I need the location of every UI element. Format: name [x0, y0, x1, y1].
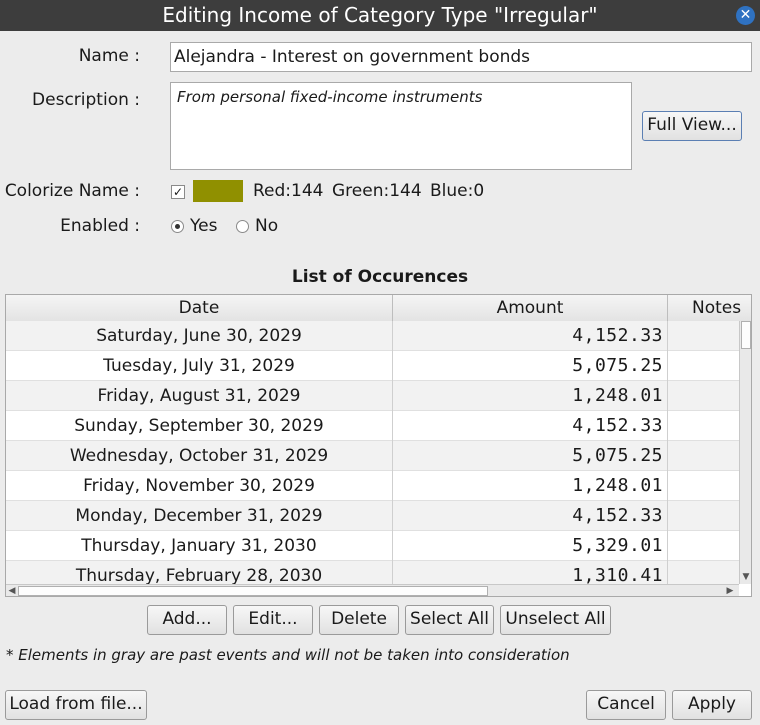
title-bar: Editing Income of Category Type "Irregul… — [0, 0, 760, 31]
color-blue: Blue:0 — [430, 181, 485, 201]
name-field[interactable]: Alejandra - Interest on government bonds — [170, 42, 752, 72]
enabled-label: Enabled : — [60, 216, 140, 236]
table-row[interactable]: Tuesday, July 31, 2029 5,075.25 — [6, 351, 739, 381]
description-value: From personal fixed-income instruments — [177, 88, 483, 106]
cell-date: Friday, August 31, 2029 — [6, 381, 393, 411]
enabled-no-label[interactable]: No — [255, 216, 278, 236]
cell-notes — [668, 411, 739, 441]
occurrences-title: List of Occurences — [291, 267, 469, 287]
vertical-scroll-thumb[interactable] — [741, 321, 751, 349]
cell-notes — [668, 471, 739, 501]
color-swatch[interactable] — [193, 180, 243, 202]
cell-notes — [668, 501, 739, 531]
horizontal-scrollbar[interactable]: ◀ ▶ — [6, 584, 739, 596]
delete-button[interactable]: Delete — [319, 605, 399, 635]
cell-date: Thursday, January 31, 2030 — [6, 531, 393, 561]
column-amount[interactable]: Amount — [393, 295, 668, 321]
scroll-right-icon[interactable]: ▶ — [724, 585, 736, 596]
edit-button[interactable]: Edit... — [233, 605, 313, 635]
close-icon[interactable]: ✕ — [736, 6, 755, 25]
enabled-yes-radio[interactable] — [171, 220, 184, 233]
scroll-down-icon[interactable]: ▼ — [740, 571, 751, 583]
window-title: Editing Income of Category Type "Irregul… — [162, 3, 598, 27]
table-row[interactable]: Friday, November 30, 2029 1,248.01 — [6, 471, 739, 501]
name-value: Alejandra - Interest on government bonds — [174, 47, 531, 67]
column-date[interactable]: Date — [6, 295, 393, 321]
cell-date: Saturday, June 30, 2029 — [6, 321, 393, 351]
apply-button[interactable]: Apply — [672, 690, 752, 720]
table-header: Date Amount Notes — [6, 295, 751, 322]
cell-date: Tuesday, July 31, 2029 — [6, 351, 393, 381]
occurrences-table[interactable]: Date Amount Notes Saturday, June 30, 202… — [5, 294, 752, 597]
cell-amount: 4,152.33 — [393, 501, 668, 531]
cell-notes — [668, 441, 739, 471]
colorize-checkbox[interactable]: ✓ — [171, 185, 185, 199]
select-all-button[interactable]: Select All — [405, 605, 494, 635]
table-row[interactable]: Saturday, June 30, 2029 4,152.33 — [6, 321, 739, 351]
full-view-button[interactable]: Full View... — [642, 111, 742, 141]
enabled-yes-label[interactable]: Yes — [190, 216, 217, 236]
table-row[interactable]: Monday, December 31, 2029 4,152.33 — [6, 501, 739, 531]
footnote: * Elements in gray are past events and w… — [6, 646, 570, 664]
color-green: Green:144 — [332, 181, 422, 201]
horizontal-scroll-thumb[interactable] — [18, 586, 488, 596]
cell-amount: 4,152.33 — [393, 321, 668, 351]
cell-notes — [668, 351, 739, 381]
description-field[interactable]: From personal fixed-income instruments — [170, 82, 632, 170]
cell-amount: 5,329.01 — [393, 531, 668, 561]
enabled-no-radio[interactable] — [236, 220, 249, 233]
cell-date: Monday, December 31, 2029 — [6, 501, 393, 531]
cell-amount: 1,248.01 — [393, 381, 668, 411]
cell-notes — [668, 381, 739, 411]
unselect-all-button[interactable]: Unselect All — [500, 605, 611, 635]
table-row[interactable]: Friday, August 31, 2029 1,248.01 — [6, 381, 739, 411]
cell-amount: 5,075.25 — [393, 351, 668, 381]
load-from-file-button[interactable]: Load from file... — [5, 690, 147, 720]
description-label: Description : — [32, 90, 140, 110]
table-row[interactable]: Sunday, September 30, 2029 4,152.33 — [6, 411, 739, 441]
vertical-scrollbar[interactable]: ▼ — [739, 321, 751, 584]
cell-notes — [668, 321, 739, 351]
table-row[interactable]: Thursday, January 31, 2030 5,329.01 — [6, 531, 739, 561]
table-row[interactable]: Wednesday, October 31, 2029 5,075.25 — [6, 441, 739, 471]
colorize-label: Colorize Name : — [4, 181, 140, 201]
cell-date: Wednesday, October 31, 2029 — [6, 441, 393, 471]
cell-date: Friday, November 30, 2029 — [6, 471, 393, 501]
cell-date: Sunday, September 30, 2029 — [6, 411, 393, 441]
name-label: Name : — [78, 46, 140, 66]
cell-amount: 1,248.01 — [393, 471, 668, 501]
cell-amount: 4,152.33 — [393, 411, 668, 441]
column-notes[interactable]: Notes — [668, 295, 751, 321]
cancel-button[interactable]: Cancel — [586, 690, 666, 720]
scroll-left-icon[interactable]: ◀ — [6, 585, 18, 596]
cell-amount: 5,075.25 — [393, 441, 668, 471]
cell-notes — [668, 531, 739, 561]
add-button[interactable]: Add... — [147, 605, 227, 635]
color-red: Red:144 — [253, 181, 324, 201]
